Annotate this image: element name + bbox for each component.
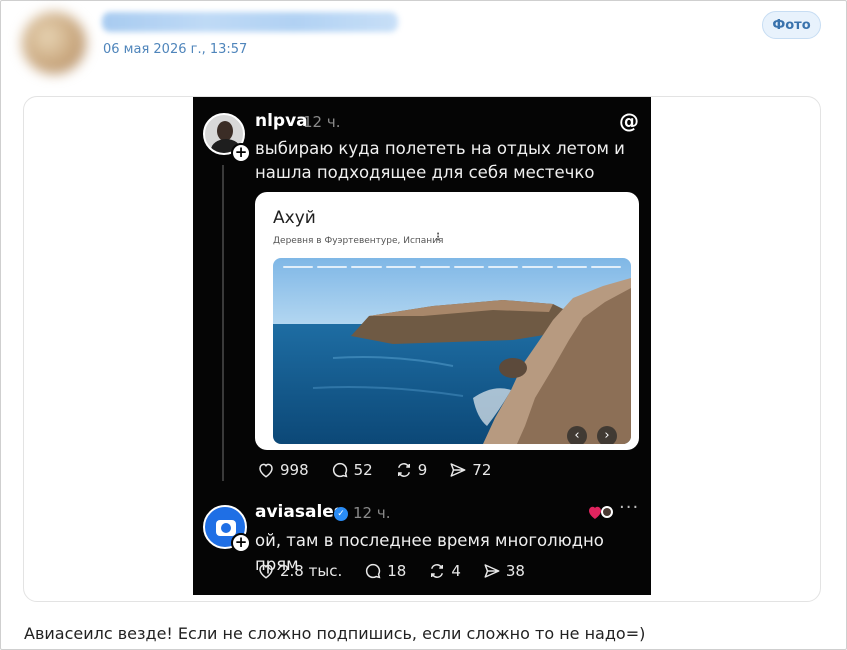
verified-badge-icon: ✓ [334,507,348,521]
heart-icon [259,463,273,478]
post1-share[interactable]: 72 [449,461,491,479]
post2-reposts-count: 4 [451,562,461,580]
post2-shares-count: 38 [505,562,525,580]
avatar-face [217,121,233,141]
post-date: 06 мая 2026 г., 13:57 [103,42,248,57]
prev-photo-button[interactable]: ‹ [567,426,587,444]
repost-icon-2 [431,564,444,578]
place-card: Ахуй Деревня в Фуэртевентуре, Испания ⋮ [255,192,639,450]
post1-likes-count: 998 [280,461,309,479]
story-progress-bars [283,266,622,268]
photo-badge[interactable]: Фото [762,11,821,39]
post1-like[interactable]: 998 [257,461,309,479]
follow-plus-icon: + [231,143,251,163]
next-photo-button[interactable]: › [597,426,617,444]
post1-text-line1: выбираю куда полететь на отдых летом и [255,139,625,158]
place-more-icon: ⋮ [433,232,443,243]
post2-share[interactable]: 38 [483,562,525,580]
share-icon-2 [484,564,500,578]
coast-photo: ‹ › [273,258,631,444]
post2-repost[interactable]: 4 [428,562,461,580]
post2-username: aviasales [255,502,344,522]
post1-repost[interactable]: 9 [395,461,428,479]
post1-time: 12 ч. [303,113,341,131]
post1-shares-count: 72 [472,461,492,479]
comment-icon [332,462,348,478]
share-icon [450,463,466,477]
author-name-blurred[interactable] [102,12,398,32]
repost-icon [397,463,410,477]
threads-screenshot[interactable]: + nlpva 12 ч. @ выбираю куда полететь на… [193,97,651,595]
post2-more-icon[interactable]: ··· [619,497,639,518]
reaction-heart-icon [588,503,614,525]
post-caption: Авиасеилс везде! Если не сложно подпишис… [24,624,646,643]
post2-comment[interactable]: 18 [364,562,406,580]
post2-time: 12 ч. [353,504,391,522]
post2-likes-count: 2.8 тыс. [280,562,343,580]
coast-photo-drawing [273,258,631,444]
comment-icon-2 [366,563,381,579]
post2-actions: 2.8 тыс. 18 4 38 [257,562,547,580]
post1-comments-count: 52 [353,461,373,479]
threads-logo-icon: @ [619,109,639,133]
follow-plus-icon-2: + [231,533,251,553]
place-subtitle: Деревня в Фуэртевентуре, Испания [273,236,444,246]
post1-comment[interactable]: 52 [331,461,373,479]
post1-username: nlpva [255,111,308,131]
post1-reposts-count: 9 [417,461,428,479]
post1-actions: 998 52 9 72 [257,461,513,479]
post2-comments-count: 18 [387,562,407,580]
place-name: Ахуй [273,208,316,228]
heart-icon-2 [259,564,273,579]
post1-text-line2: нашла подходящее для себя местечко [255,163,595,182]
post2-like[interactable]: 2.8 тыс. [257,562,342,580]
thread-line [222,165,224,481]
camera-lens [221,523,231,533]
author-avatar[interactable] [22,12,86,74]
